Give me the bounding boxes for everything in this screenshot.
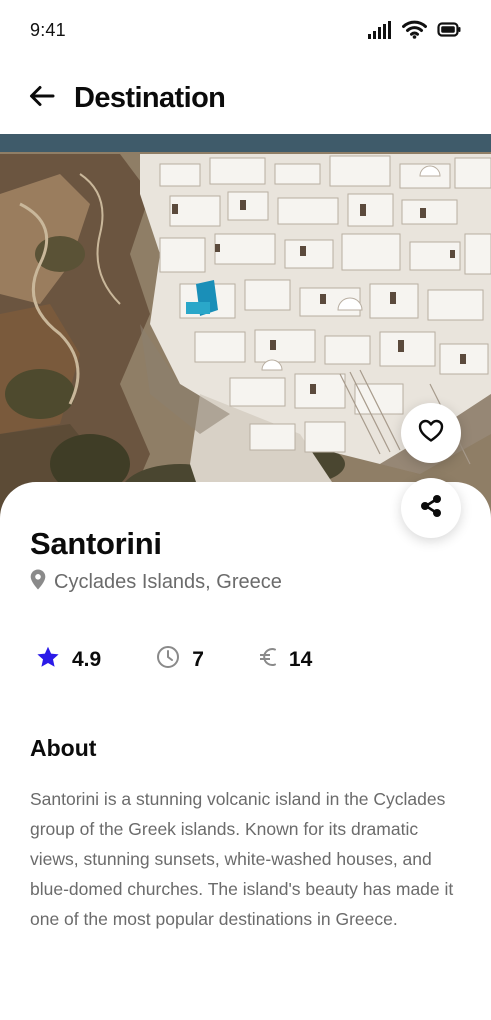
duration-value: 7 xyxy=(192,647,204,671)
map-pin-icon xyxy=(30,569,46,595)
rating-value: 4.9 xyxy=(72,647,102,671)
header: Destination xyxy=(0,70,491,126)
santorini-village-photo xyxy=(0,134,491,524)
euro-icon xyxy=(259,645,277,674)
share-icon xyxy=(419,494,443,523)
status-time: 9:41 xyxy=(30,20,66,40)
hero-image xyxy=(0,134,491,524)
about-description: Santorini is a stunning volcanic island … xyxy=(30,789,454,929)
status-bar: 9:41 xyxy=(0,0,491,60)
battery-icon xyxy=(437,22,461,42)
page-title: Destination xyxy=(74,82,226,114)
price-stat: 14 xyxy=(259,645,312,674)
back-button[interactable] xyxy=(24,80,60,116)
cellular-signal-icon xyxy=(368,20,392,44)
destination-screen: 9:41 Destination Santorini Cyclades Isla… xyxy=(0,0,491,1020)
arrow-left-icon xyxy=(29,85,55,112)
stats-row: 4.9 7 14 xyxy=(36,645,367,674)
status-icons xyxy=(368,20,461,44)
rating-stat: 4.9 xyxy=(36,646,101,674)
favorite-button[interactable] xyxy=(401,403,461,463)
place-name: Santorini xyxy=(30,526,162,561)
duration-stat: 7 xyxy=(156,645,204,674)
clock-icon xyxy=(156,645,180,674)
heart-icon xyxy=(418,419,444,448)
price-value: 14 xyxy=(288,647,313,671)
share-button[interactable] xyxy=(401,478,461,538)
location-text: Cyclades Islands, Greece xyxy=(54,571,282,593)
star-icon xyxy=(36,646,60,674)
location-row: Cyclades Islands, Greece xyxy=(30,569,282,595)
about-title: About xyxy=(30,735,97,761)
wifi-icon xyxy=(402,20,427,44)
